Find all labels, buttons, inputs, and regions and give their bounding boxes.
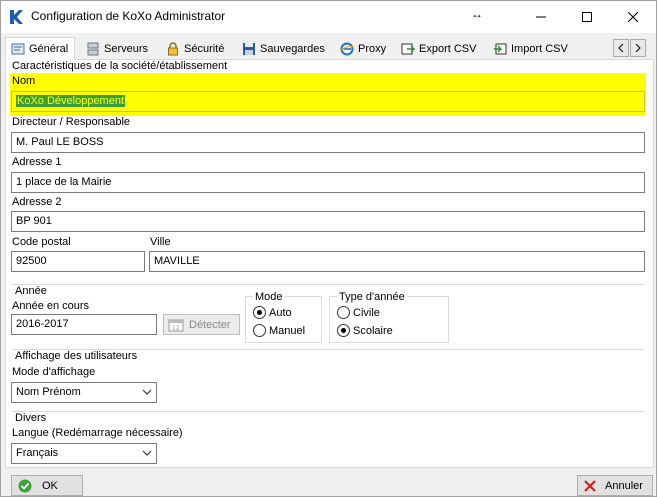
- adresse1-label: Adresse 1: [12, 156, 62, 168]
- type-annee-group-title: Type d'année: [337, 291, 407, 303]
- type-civile-radio[interactable]: Civile: [337, 306, 380, 319]
- annee-en-cours-input[interactable]: 2016-2017: [11, 314, 157, 335]
- detecter-button[interactable]: 12 Détecter: [163, 314, 240, 335]
- globe-e-icon: [340, 42, 354, 56]
- nom-label: Nom: [12, 75, 36, 87]
- chevron-down-icon: [142, 389, 152, 395]
- config-window: Configuration de KoXo Administrator ↔ Gé…: [0, 0, 657, 497]
- radio-unselected-icon: [253, 324, 266, 337]
- nom-input[interactable]: KoXo Développement: [11, 91, 645, 112]
- code-postal-label: Code postal: [12, 236, 71, 248]
- affichage-section-title: Affichage des utilisateurs: [15, 350, 138, 362]
- annee-divider: [11, 284, 645, 285]
- radio-unselected-icon: [337, 306, 350, 319]
- server-icon: [87, 42, 99, 56]
- code-postal-input[interactable]: 92500: [11, 251, 145, 272]
- calendar-icon: 12: [168, 319, 184, 332]
- mode-group-title: Mode: [253, 291, 285, 303]
- close-button[interactable]: [610, 1, 656, 33]
- directeur-input[interactable]: M. Paul LE BOSS: [11, 132, 645, 153]
- chevron-right-icon: [635, 44, 641, 52]
- ville-label: Ville: [150, 236, 171, 248]
- svg-text:12: 12: [172, 325, 180, 332]
- divers-divider: [11, 411, 645, 412]
- radio-selected-icon: [253, 306, 266, 319]
- company-section-title: Caractéristiques de la société/établisse…: [12, 60, 228, 72]
- divers-section-title: Divers: [15, 412, 47, 424]
- tab-proxy[interactable]: Proxy: [335, 39, 391, 59]
- tab-serveurs[interactable]: Serveurs: [81, 39, 153, 59]
- tab-securite[interactable]: Sécurité: [161, 39, 229, 59]
- chevron-down-icon: [142, 450, 152, 456]
- mode-affichage-select[interactable]: Nom Prénom: [11, 382, 157, 403]
- tab-general[interactable]: Général: [5, 37, 75, 60]
- ok-button[interactable]: OK: [11, 475, 83, 496]
- adresse1-input[interactable]: 1 place de la Mairie: [11, 172, 645, 193]
- adresse2-input[interactable]: BP 901: [11, 211, 645, 232]
- import-icon: [494, 43, 507, 55]
- check-circle-icon: [18, 479, 32, 492]
- tab-sauvegardes[interactable]: Sauvegardes: [237, 39, 330, 59]
- mode-affichage-label: Mode d'affichage: [12, 366, 96, 378]
- annee-section-title: Année: [15, 285, 47, 297]
- mode-auto-radio[interactable]: Auto: [253, 306, 292, 319]
- title-bar: Configuration de KoXo Administrator ↔: [1, 1, 656, 33]
- tab-strip: Général Serveurs Sécurité Sauvegardes Pr…: [1, 37, 656, 60]
- maximize-button[interactable]: [564, 1, 610, 33]
- type-scolaire-radio[interactable]: Scolaire: [337, 324, 393, 337]
- chevron-left-icon: [618, 44, 624, 52]
- directeur-label: Directeur / Responsable: [12, 116, 131, 128]
- maximize-icon: [582, 12, 592, 22]
- tab-export-csv[interactable]: Export CSV: [396, 39, 481, 59]
- settings-panel-icon: [11, 43, 25, 55]
- floppy-disk-icon: [243, 43, 255, 55]
- langue-label: Langue (Redémarrage nécessaire): [12, 427, 183, 439]
- adresse2-label: Adresse 2: [12, 196, 62, 208]
- minimize-button[interactable]: [518, 1, 564, 33]
- lock-icon: [168, 42, 178, 56]
- window-title: Configuration de KoXo Administrator: [31, 9, 226, 23]
- ville-input[interactable]: MAVILLE: [149, 251, 645, 272]
- cancel-x-icon: [584, 479, 596, 492]
- export-icon: [401, 43, 415, 55]
- tab-scroll-right-button[interactable]: [630, 39, 646, 57]
- minimize-icon: [536, 16, 546, 18]
- koxo-k-logo-icon: [10, 10, 23, 24]
- tab-scroll-left-button[interactable]: [613, 39, 629, 57]
- mode-manuel-radio[interactable]: Manuel: [253, 324, 305, 337]
- nom-selected-text: KoXo Développement: [16, 95, 126, 107]
- annee-en-cours-label: Année en cours: [12, 300, 90, 312]
- radio-selected-icon: [337, 324, 350, 337]
- langue-select[interactable]: Français: [11, 443, 157, 464]
- close-icon: [628, 12, 638, 22]
- annuler-button[interactable]: Annuler: [577, 475, 653, 496]
- resize-cursor-icon: ↔: [471, 7, 483, 21]
- tab-import-csv[interactable]: Import CSV: [488, 39, 573, 59]
